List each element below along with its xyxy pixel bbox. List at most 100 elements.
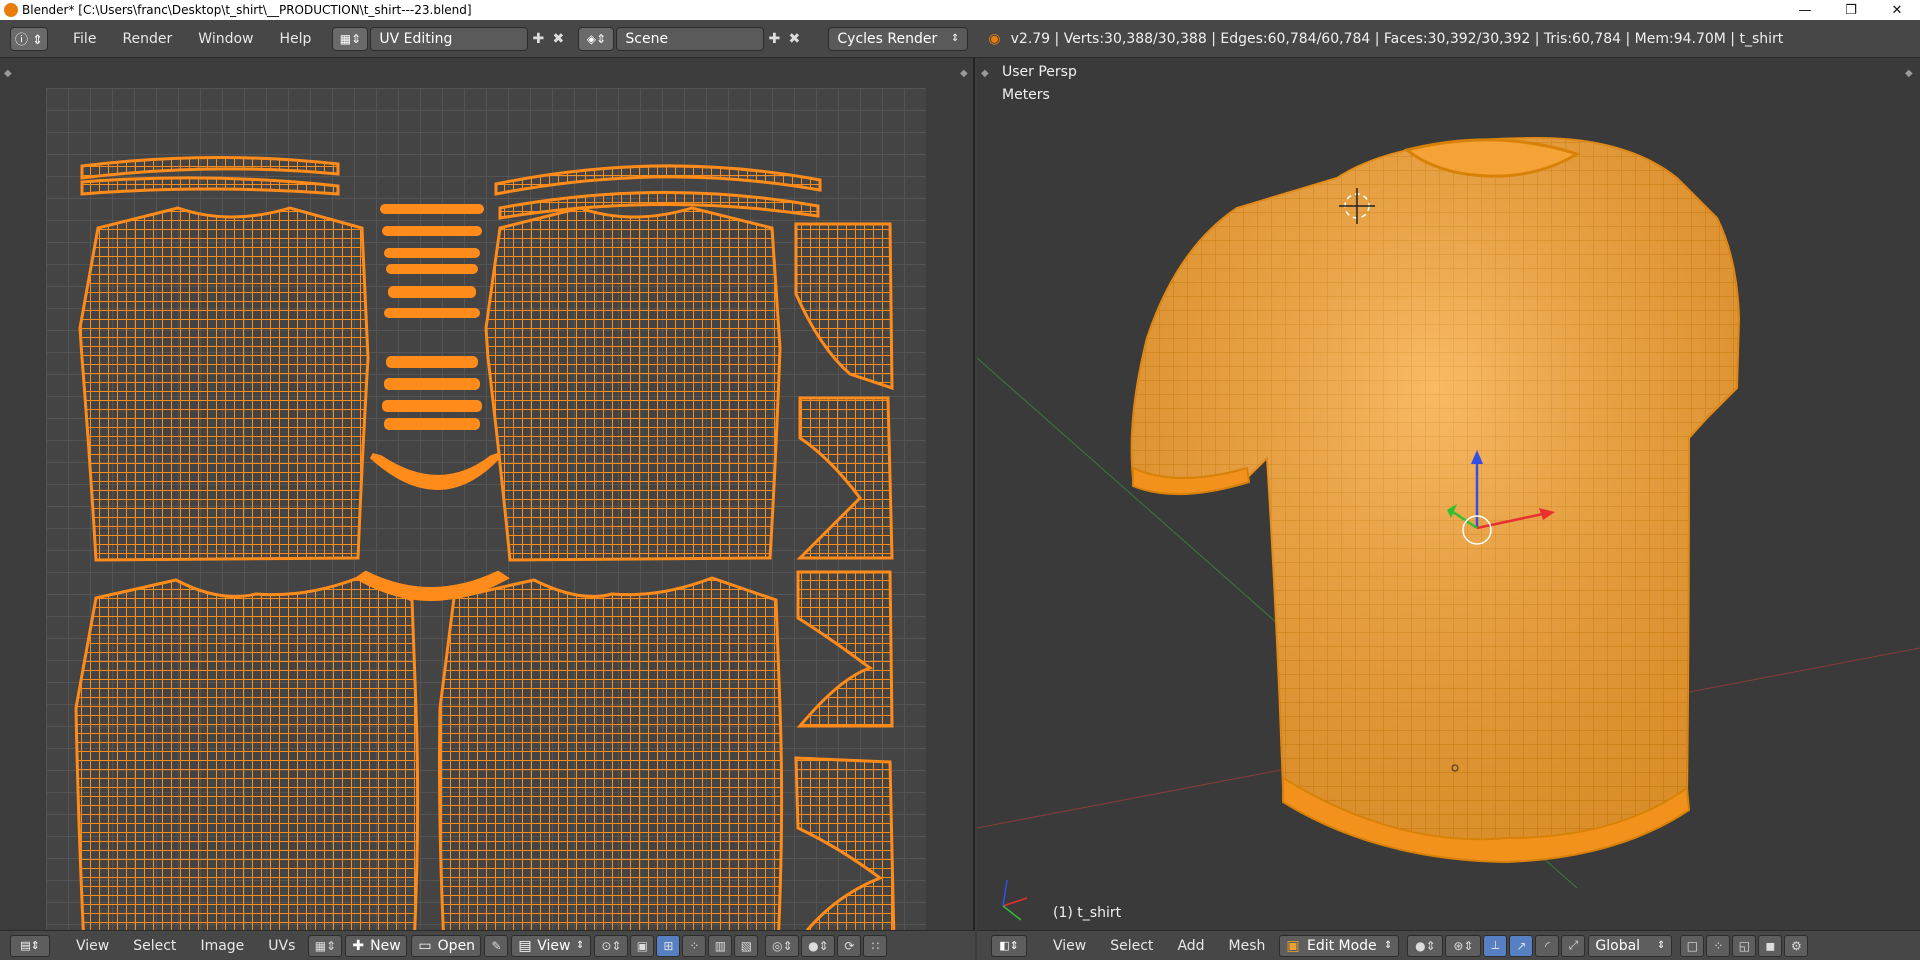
uv-sleeve-4 [794,756,896,930]
info-icon: ⓘ ⇕ [14,33,44,48]
menu-file[interactable]: File [60,31,109,47]
dropdown-arrows-icon: ⇕ [951,33,960,44]
image-editor-icon: ▤⇕ [20,939,40,952]
orientation-value: Global [1595,937,1641,954]
edit-mode-icon: ▣ [1286,937,1300,954]
uv-band-3 [384,248,480,258]
manipulator-toggle-icon[interactable]: ⟂ [1483,934,1508,957]
delete-scene-icon[interactable]: ✖ [784,28,804,50]
vertex-mode-icon[interactable]: ⁘ [1706,934,1731,957]
editor-type-3d-button[interactable]: ◧⇕ [991,934,1027,957]
editor-type-image-button[interactable]: ▤⇕ [10,934,50,957]
view3d-menu-view[interactable]: View [1041,938,1098,954]
restore-button[interactable]: ❐ [1828,0,1874,20]
sticky-select-icon[interactable]: ▣ [630,934,655,957]
pin-icon[interactable]: ✎ [484,934,509,957]
uv-island-back-bottom-left [74,576,420,930]
viewport-shading-select[interactable]: ●⇕ [1407,934,1444,957]
interaction-mode-select[interactable]: ▣ Edit Mode ⇕ [1279,934,1400,957]
uv-menu-image[interactable]: Image [188,938,256,954]
face-mode-icon[interactable]: ◼ [1758,934,1783,957]
edge-mode-icon[interactable]: ◱ [1732,934,1757,957]
uv-island-front-top-right [484,206,782,562]
menu-window[interactable]: Window [185,31,266,47]
interaction-mode-value: Edit Mode [1306,937,1377,954]
uv-image-editor[interactable]: ◆ ◆ [0,58,975,930]
uv-band-9 [382,400,482,412]
vertex-select-icon[interactable]: ⁘ [682,934,707,957]
snap-icon[interactable]: ⟳ [837,934,862,957]
window-controls: — ❐ ✕ [1782,0,1920,20]
rotate-manipulator-icon[interactable]: ◜ [1535,934,1560,957]
minimize-button[interactable]: — [1782,0,1828,20]
screen-layout-browse-button[interactable]: ▦⇕ [332,26,369,51]
falloff-select[interactable]: ●⇕ [801,934,836,957]
uv-band-2 [382,226,482,236]
view3d-menu-mesh[interactable]: Mesh [1217,938,1278,954]
layout-grid-icon: ▦⇕ [339,31,362,46]
delete-layout-icon[interactable]: ✖ [548,28,568,50]
3d-viewport[interactable]: ◆ ◆ User Persp Meters (1) t_shirt [977,58,1920,930]
uv-band-5 [388,286,476,298]
window-titlebar: Blender* [C:\Users\franc\Desktop\t_shirt… [0,0,1920,20]
menu-help[interactable]: Help [266,31,324,47]
sync-selection-icon[interactable]: ⊞ [656,934,681,957]
view-mode-value: View [537,937,571,954]
uv-menu-select[interactable]: Select [121,938,188,954]
view3d-menu-add[interactable]: Add [1165,938,1216,954]
uv-islands[interactable] [0,58,975,930]
screen-layout-field[interactable]: UV Editing [370,26,529,51]
uv-band-7 [386,356,478,368]
uv-band-4 [386,264,478,274]
scene-browse-button[interactable]: ◈⇕ [578,26,615,51]
uv-arc-1 [369,453,501,490]
active-object-label: (1) t_shirt [1053,905,1122,921]
layer-1-icon[interactable]: □ [1680,934,1705,957]
transform-orientation-select[interactable]: Global ⇕ [1588,934,1673,957]
snap-target-icon[interactable]: ∷ [863,934,888,957]
dropdown-arrows-icon: ⇕ [1384,940,1393,951]
pivot-select[interactable]: ⊙⇕ [594,934,629,957]
proportional-edit-select[interactable]: ◎⇕ [765,934,800,957]
uv-sleeve-1 [794,222,894,391]
folder-icon: ▭ [418,937,432,954]
blender-logo-icon [4,3,18,17]
pivot-point-select[interactable]: ⊛⇕ [1445,934,1482,957]
open-image-button[interactable]: ▭ Open [411,934,482,957]
info-header: ⓘ ⇕ File Render Window Help ▦⇕ UV Editin… [0,20,1920,58]
editor-type-info-button[interactable]: ⓘ ⇕ [10,26,48,51]
uv-island-collar-top-right [494,164,822,196]
view-axis-gizmo [1002,879,1028,921]
t-shirt-mesh [1130,136,1741,864]
scene-field[interactable]: Scene [616,26,765,51]
translate-manipulator-icon[interactable]: ↗ [1509,934,1534,957]
scale-manipulator-icon[interactable]: ⤢ [1561,934,1586,957]
uv-menu-uvs[interactable]: UVs [256,938,307,954]
menu-render[interactable]: Render [109,31,185,47]
dropdown-arrows-icon: ⇕ [576,940,585,951]
add-layout-icon[interactable]: ✚ [528,28,548,50]
render-engine-select[interactable]: Cycles Render ⇕ [828,26,969,51]
face-select-icon[interactable]: ▧ [734,934,759,957]
uv-editor-header: ▤⇕ View Select Image UVs ▦⇕ ✚ New ▭ Open… [0,930,975,960]
viewport-scene [977,136,1920,921]
uv-menu-view[interactable]: View [64,938,121,954]
edge-select-icon[interactable]: ▥ [708,934,733,957]
plus-icon: ✚ [352,937,365,954]
view-mode-select[interactable]: ▤ View ⇕ [511,934,592,957]
uv-island-back-bottom-right [438,576,784,930]
view3d-menu-select[interactable]: Select [1098,938,1165,954]
window-title: Blender* [C:\Users\franc\Desktop\t_shirt… [22,3,472,17]
new-image-label: New [370,937,401,954]
close-window-button[interactable]: ✕ [1874,0,1920,20]
cube-icon: ◧⇕ [999,939,1019,952]
uv-band-8 [384,378,480,390]
render-engine-value: Cycles Render [837,30,938,47]
dropdown-arrows-icon: ⇕ [1657,940,1666,951]
uv-island-front-top-left [78,206,370,562]
image-browse-button[interactable]: ▦⇕ [308,934,343,957]
add-scene-icon[interactable]: ✚ [764,28,784,50]
limit-selection-icon[interactable]: ⚙ [1784,934,1809,957]
new-image-button[interactable]: ✚ New [345,934,408,957]
uv-band-10 [384,418,480,430]
